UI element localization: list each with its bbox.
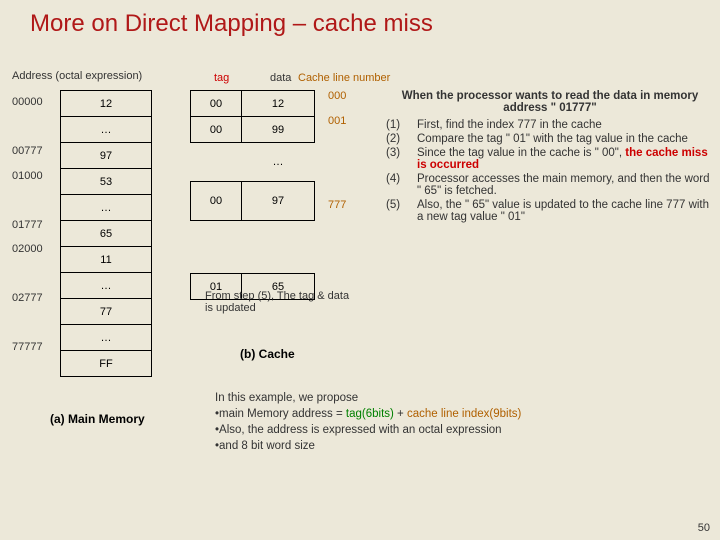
- mem-cell: 12: [61, 91, 152, 117]
- step-num: (2): [385, 132, 416, 146]
- cache-line-numbers: 000 001 777: [328, 90, 346, 235]
- step-num: (4): [385, 172, 416, 198]
- example-line: •and 8 bit word size: [215, 438, 715, 454]
- cache-line-num: 777: [328, 187, 346, 235]
- cache-caption: (b) Cache: [240, 347, 295, 361]
- cache-line-num: [328, 139, 346, 187]
- mem-addr: [12, 115, 43, 140]
- cache-line-number-label: Cache line number: [298, 72, 390, 84]
- mem-addr: 01777: [12, 213, 43, 238]
- cache-table: 0012 0099 … 0097 0165: [190, 90, 315, 300]
- main-memory-caption: (a) Main Memory: [50, 412, 145, 426]
- example-line: •Also, the address is expressed with an …: [215, 422, 715, 438]
- tag-column-label: tag: [214, 72, 229, 84]
- step-text: Since the tag value in the cache is " 00…: [416, 146, 715, 172]
- slide-title: More on Direct Mapping – cache miss: [0, 0, 720, 48]
- cache-line-num: 001: [328, 115, 346, 140]
- step-text: Processor accesses the main memory, and …: [416, 172, 715, 198]
- cache-tag: 00: [191, 91, 242, 117]
- cache-data: 97: [242, 182, 315, 221]
- mem-cell: 97: [61, 143, 152, 169]
- page-number: 50: [698, 522, 710, 534]
- cache-tag: 00: [191, 117, 242, 143]
- address-label: Address (octal expression): [12, 70, 142, 82]
- mem-addr: 02000: [12, 237, 43, 262]
- step5-annotation: From step (5), The tag & data is updated: [205, 290, 355, 314]
- step-num: (5): [385, 198, 416, 224]
- step-text: First, find the index 777 in the cache: [416, 118, 715, 132]
- cache-tag: 00: [191, 182, 242, 221]
- example-note: In this example, we propose •main Memory…: [215, 390, 715, 454]
- cache-data: 12: [242, 91, 315, 117]
- mem-cell: …: [61, 325, 152, 351]
- memory-addresses: 00000 00777 01000 01777 02000 02777 7777…: [12, 90, 43, 360]
- mem-cell: 65: [61, 221, 152, 247]
- mem-addr: [12, 311, 43, 336]
- mem-addr: [12, 262, 43, 287]
- example-line: •main Memory address = tag(6bits) + cach…: [215, 406, 715, 422]
- example-line: In this example, we propose: [215, 390, 715, 406]
- mem-cell: …: [61, 273, 152, 299]
- step-text: Also, the " 65" value is updated to the …: [416, 198, 715, 224]
- mem-cell: 53: [61, 169, 152, 195]
- tag-bits: tag(6bits): [346, 408, 394, 420]
- mem-cell: 11: [61, 247, 152, 273]
- data-column-label: data: [270, 72, 291, 84]
- mem-addr: 00000: [12, 90, 43, 115]
- cache-data: 99: [242, 117, 315, 143]
- mem-addr: [12, 188, 43, 213]
- cache-data: …: [242, 143, 315, 182]
- explanation-heading: When the processor wants to read the dat…: [385, 90, 715, 114]
- mem-addr: 00777: [12, 139, 43, 164]
- main-memory-table: 12 … 97 53 … 65 11 … 77 … FF: [60, 90, 152, 377]
- mem-cell: FF: [61, 351, 152, 377]
- mem-cell: 77: [61, 299, 152, 325]
- mem-addr: 02777: [12, 286, 43, 311]
- step-num: (1): [385, 118, 416, 132]
- mem-cell: …: [61, 117, 152, 143]
- explanation-box: When the processor wants to read the dat…: [385, 90, 715, 224]
- step-num: (3): [385, 146, 416, 172]
- cache-index-bits: cache line index(9bits): [407, 408, 521, 420]
- mem-addr: 77777: [12, 335, 43, 360]
- mem-addr: 01000: [12, 164, 43, 189]
- mem-cell: …: [61, 195, 152, 221]
- cache-ellipsis: [191, 143, 242, 182]
- cache-line-num: 000: [328, 90, 346, 115]
- step-text: Compare the tag " 01" with the tag value…: [416, 132, 715, 146]
